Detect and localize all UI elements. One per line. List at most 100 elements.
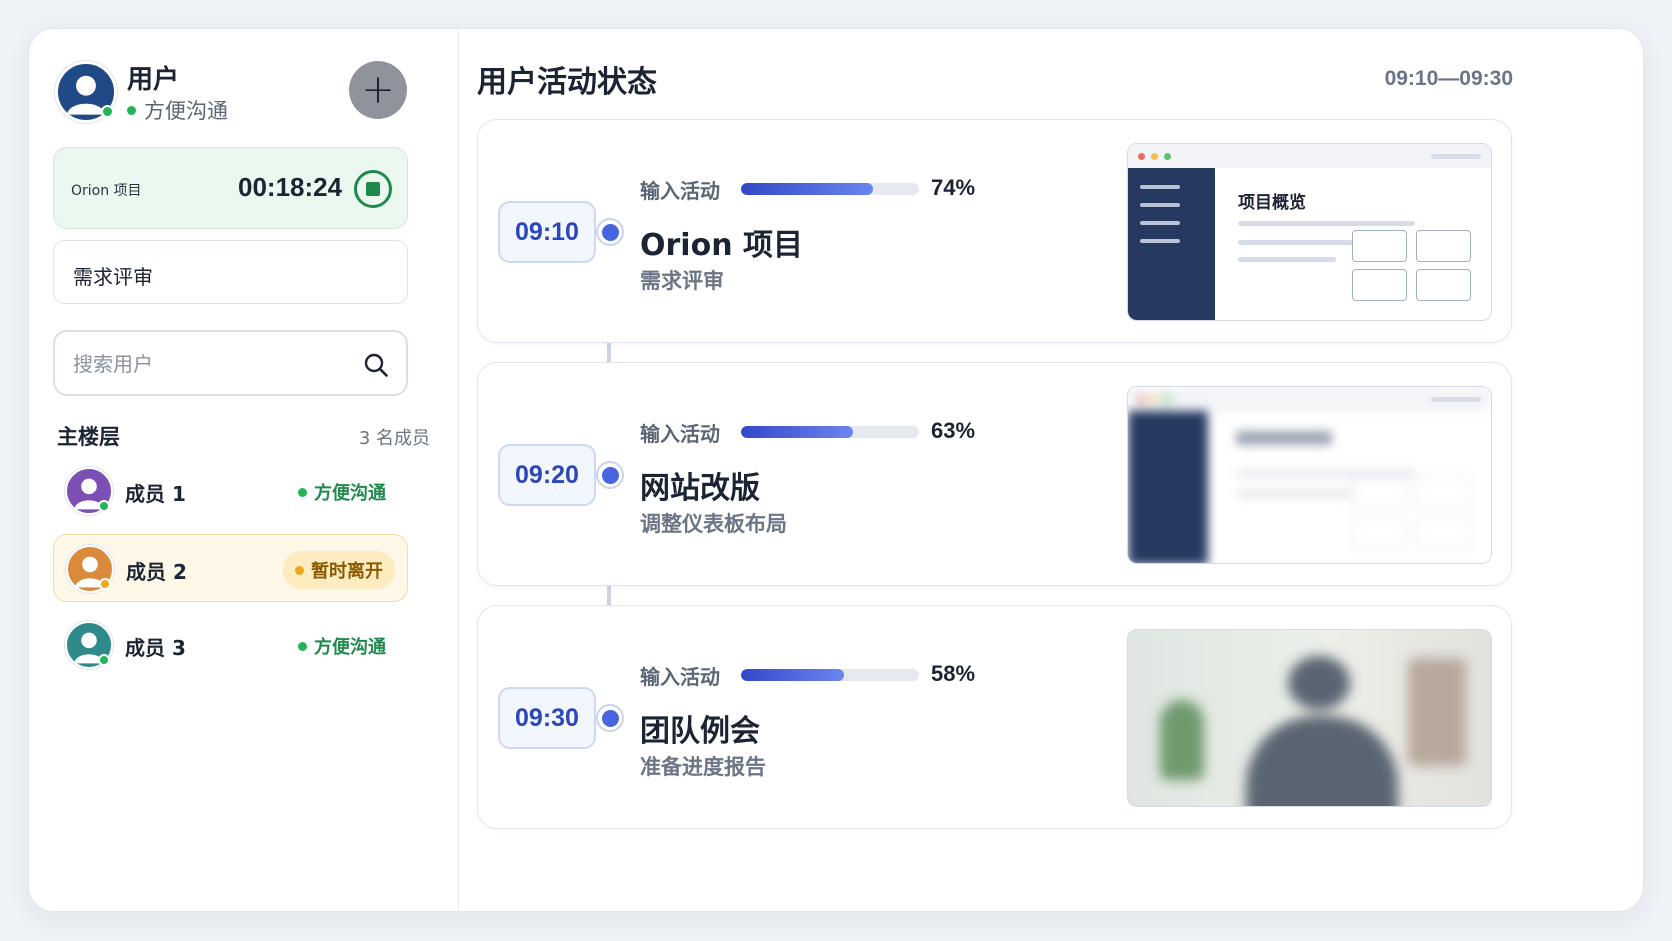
activity-percent: 63%	[931, 418, 976, 443]
activity-label: 输入活动	[640, 179, 720, 203]
timeline-connector	[607, 343, 611, 363]
user-presence-dot	[101, 105, 114, 118]
person-head-shape	[1288, 656, 1350, 710]
blurred-content	[1128, 387, 1491, 563]
time-range: 09:10—09:30	[1384, 67, 1513, 90]
status-dot	[127, 105, 136, 115]
activity-card-1[interactable]: 09:10 输入活动 74% Orion 项目 需求评审 项目概览	[477, 119, 1512, 343]
user-name: 用户	[127, 65, 180, 95]
activity-percent: 58%	[931, 661, 976, 686]
thumbnail-tile	[1352, 230, 1407, 262]
page-title: 用户活动状态	[477, 65, 657, 100]
entry-title: Orion 项目	[640, 228, 803, 263]
thumbnail-titlebar	[1128, 144, 1491, 168]
member-status-label: 方便沟通	[314, 637, 386, 658]
stop-icon	[366, 182, 380, 196]
current-task[interactable]: 需求评审	[53, 240, 408, 304]
thumbnail-tile	[1352, 477, 1407, 509]
member-status-label: 方便沟通	[314, 483, 386, 504]
member-name: 成员 1	[125, 482, 186, 506]
screenshot-thumbnail-blurred[interactable]	[1127, 386, 1492, 564]
app-window: 用户 方便沟通 + Orion 项目 00:18:24 需求评审 搜索用户 主楼…	[28, 28, 1644, 912]
entry-subtitle: 需求评审	[640, 269, 724, 293]
entry-time: 09:20	[498, 444, 596, 506]
member-status-badge: 暂时离开	[283, 551, 395, 589]
entry-title: 网站改版	[640, 471, 760, 506]
entry-subtitle: 调整仪表板布局	[640, 512, 787, 536]
thumbnail-line	[1238, 257, 1336, 262]
activity-progress-fill	[741, 183, 873, 195]
thumbnail-sidebar	[1128, 168, 1215, 320]
member-row-3[interactable]: 成员 3 方便沟通	[53, 611, 408, 679]
search-box	[53, 330, 408, 396]
thumbnail-menu-line	[1140, 185, 1180, 189]
thumbnail-menu-line	[1140, 239, 1180, 243]
member-status-label: 暂时离开	[311, 561, 383, 582]
screenshot-thumbnail[interactable]: 项目概览	[1127, 143, 1492, 321]
thumbnail-line	[1236, 471, 1416, 476]
member-presence-dot	[99, 578, 111, 590]
floor-title: 主楼层	[57, 425, 120, 449]
thumbnail-line	[1238, 221, 1415, 226]
thumbnail-line	[1236, 431, 1332, 445]
thumbnail-tile	[1352, 269, 1407, 301]
activity-label: 输入活动	[640, 665, 720, 689]
entry-title: 团队例会	[640, 714, 760, 749]
door-shape	[1408, 658, 1466, 766]
status-dot	[298, 641, 307, 651]
thumbnail-line	[1238, 240, 1358, 245]
activity-progress-bar	[741, 426, 919, 438]
status-dot	[295, 565, 304, 575]
member-status: 方便沟通	[298, 479, 386, 505]
stop-timer-button[interactable]	[354, 170, 392, 208]
floor-member-count: 3 名成员	[358, 428, 430, 449]
timer-elapsed: 00:18:24	[238, 172, 343, 202]
webcam-thumbnail-blurred[interactable]	[1127, 629, 1492, 807]
timeline-connector	[607, 586, 611, 606]
sidebar-content: 用户 方便沟通 + Orion 项目 00:18:24 需求评审 搜索用户 主楼…	[29, 29, 458, 911]
thumbnail-title: 项目概览	[1238, 193, 1306, 213]
plant-shape	[1160, 700, 1204, 780]
member-name: 成员 2	[126, 560, 187, 584]
thumbnail-sidebar	[1128, 411, 1208, 563]
member-row-1[interactable]: 成员 1 方便沟通	[53, 457, 408, 525]
search-input[interactable]	[73, 350, 353, 378]
thumbnail-tile	[1416, 269, 1471, 301]
activity-percent: 74%	[931, 175, 976, 200]
window-dot	[1138, 153, 1145, 160]
sidebar: 用户 方便沟通 + Orion 项目 00:18:24 需求评审 搜索用户 主楼…	[29, 29, 459, 911]
window-dot	[1164, 153, 1171, 160]
thumbnail-tile	[1352, 517, 1407, 549]
activity-progress-bar	[741, 183, 919, 195]
thumbnail-bar-line	[1431, 154, 1481, 159]
timer-project: Orion 项目	[71, 183, 142, 199]
thumbnail-menu-line	[1140, 203, 1180, 207]
member-row-2[interactable]: 成员 2 暂时离开	[53, 534, 408, 602]
entry-subtitle: 准备进度报告	[640, 755, 766, 779]
user-status[interactable]: 方便沟通	[127, 95, 228, 125]
entry-time: 09:30	[498, 687, 596, 749]
window-dot	[1151, 153, 1158, 160]
activity-card-3[interactable]: 09:30 输入活动 58% 团队例会 准备进度报告	[477, 605, 1512, 829]
active-timer: Orion 项目 00:18:24	[53, 147, 408, 229]
activity-progress-bar	[741, 669, 919, 681]
current-task-label: 需求评审	[73, 265, 153, 289]
activity-label: 输入活动	[640, 422, 720, 446]
member-presence-dot	[98, 500, 110, 512]
thumbnail-tile	[1416, 477, 1471, 509]
thumbnail-bar-line	[1431, 397, 1481, 402]
search-icon[interactable]	[363, 352, 389, 378]
member-name: 成员 3	[125, 636, 186, 660]
activity-card-2[interactable]: 09:20 输入活动 63% 网站改版 调整仪表板布局	[477, 362, 1512, 586]
activity-progress-fill	[741, 669, 845, 681]
user-status-label: 方便沟通	[144, 99, 228, 123]
add-button[interactable]: +	[349, 61, 407, 119]
member-status: 方便沟通	[298, 633, 386, 659]
thumbnail-tile	[1416, 517, 1471, 549]
member-presence-dot	[98, 654, 110, 666]
blurred-webcam-content	[1128, 630, 1491, 806]
thumbnail-tile	[1416, 230, 1471, 262]
entry-time: 09:10	[498, 201, 596, 263]
status-dot	[298, 487, 307, 497]
person-body-shape	[1246, 716, 1398, 806]
